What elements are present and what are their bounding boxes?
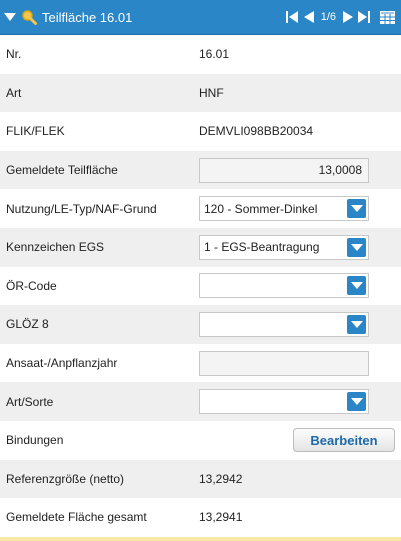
nutzung-value: 120 - Sommer-Dinkel xyxy=(204,201,318,216)
gemeldete-teilflaeche-value: 13,0008 xyxy=(318,163,362,178)
art-sorte-label: Art/Sorte xyxy=(6,394,54,409)
nutzung-select[interactable]: 120 - Sommer-Dinkel xyxy=(199,196,369,222)
art-label: Art xyxy=(6,85,22,100)
grid-icon[interactable] xyxy=(380,10,395,24)
row-art-sorte: Art/Sorte xyxy=(0,382,401,421)
nr-label: Nr. xyxy=(6,47,22,62)
ansaat-label: Ansaat-/Anpflanzjahr xyxy=(6,356,118,371)
ansaat-field[interactable] xyxy=(199,350,369,376)
panel-header: Teilfläche 16.01 1/6 xyxy=(0,0,401,35)
referenz-label: Referenzgröße (netto) xyxy=(6,471,125,486)
nr-value: 16.01 xyxy=(199,47,230,62)
collapse-icon[interactable] xyxy=(4,13,16,21)
prev-page-icon[interactable] xyxy=(302,10,317,24)
row-gemeldete-teilflaeche: Gemeldete Teilfläche 13,0008 xyxy=(0,150,401,190)
bottom-divider xyxy=(0,537,401,541)
row-nutzung: Nutzung/LE-Typ/NAF-Grund 120 - Sommer-Di… xyxy=(0,189,401,228)
art-value: HNF xyxy=(199,85,224,100)
bearbeiten-button[interactable]: Bearbeiten xyxy=(293,428,395,453)
row-gloez: GLÖZ 8 xyxy=(0,305,401,344)
row-referenz: Referenzgröße (netto) 13,2942 xyxy=(0,459,401,499)
panel-title: Teilfläche 16.01 xyxy=(42,9,133,25)
row-gesamt: Gemeldete Fläche gesamt 13,2941 xyxy=(0,498,401,537)
dropdown-arrow-icon[interactable] xyxy=(347,392,366,412)
search-icon[interactable] xyxy=(21,9,37,25)
next-page-icon[interactable] xyxy=(340,10,355,24)
bindungen-label: Bindungen xyxy=(6,433,64,448)
gloez-label: GLÖZ 8 xyxy=(6,317,49,332)
gloez-select[interactable] xyxy=(199,311,369,337)
flik-label: FLIK/FLEK xyxy=(6,124,65,139)
row-egs: Kennzeichen EGS 1 - EGS-Beantragung xyxy=(0,227,401,267)
oer-code-label: ÖR-Code xyxy=(6,278,57,293)
egs-select[interactable]: 1 - EGS-Beantragung xyxy=(199,234,369,260)
row-oer-code: ÖR-Code xyxy=(0,267,401,306)
egs-label: Kennzeichen EGS xyxy=(6,240,105,255)
gesamt-value: 13,2941 xyxy=(199,510,243,525)
dropdown-arrow-icon[interactable] xyxy=(347,276,366,296)
oer-code-select[interactable] xyxy=(199,273,369,299)
gemeldete-teilflaeche-field: 13,0008 xyxy=(199,157,369,183)
dropdown-arrow-icon[interactable] xyxy=(347,237,366,257)
art-sorte-select[interactable] xyxy=(199,389,369,415)
first-page-icon[interactable] xyxy=(285,10,300,24)
row-bindungen: Bindungen Bearbeiten xyxy=(0,421,401,460)
nutzung-label: Nutzung/LE-Typ/NAF-Grund xyxy=(6,201,157,216)
row-ansaat: Ansaat-/Anpflanzjahr xyxy=(0,344,401,383)
gemeldete-teilflaeche-label: Gemeldete Teilfläche xyxy=(6,163,118,178)
row-nr: Nr. 16.01 xyxy=(0,35,401,74)
dropdown-arrow-icon[interactable] xyxy=(347,314,366,334)
egs-value: 1 - EGS-Beantragung xyxy=(204,240,320,255)
row-flik: FLIK/FLEK DEMVLI098BB20034 xyxy=(0,112,401,151)
gesamt-label: Gemeldete Fläche gesamt xyxy=(6,510,147,525)
referenz-value: 13,2942 xyxy=(199,471,243,486)
last-page-icon[interactable] xyxy=(357,10,372,24)
pager-text: 1/6 xyxy=(320,11,336,23)
row-art: Art HNF xyxy=(0,73,401,113)
flik-value: DEMVLI098BB20034 xyxy=(199,124,314,139)
dropdown-arrow-icon[interactable] xyxy=(347,199,366,219)
